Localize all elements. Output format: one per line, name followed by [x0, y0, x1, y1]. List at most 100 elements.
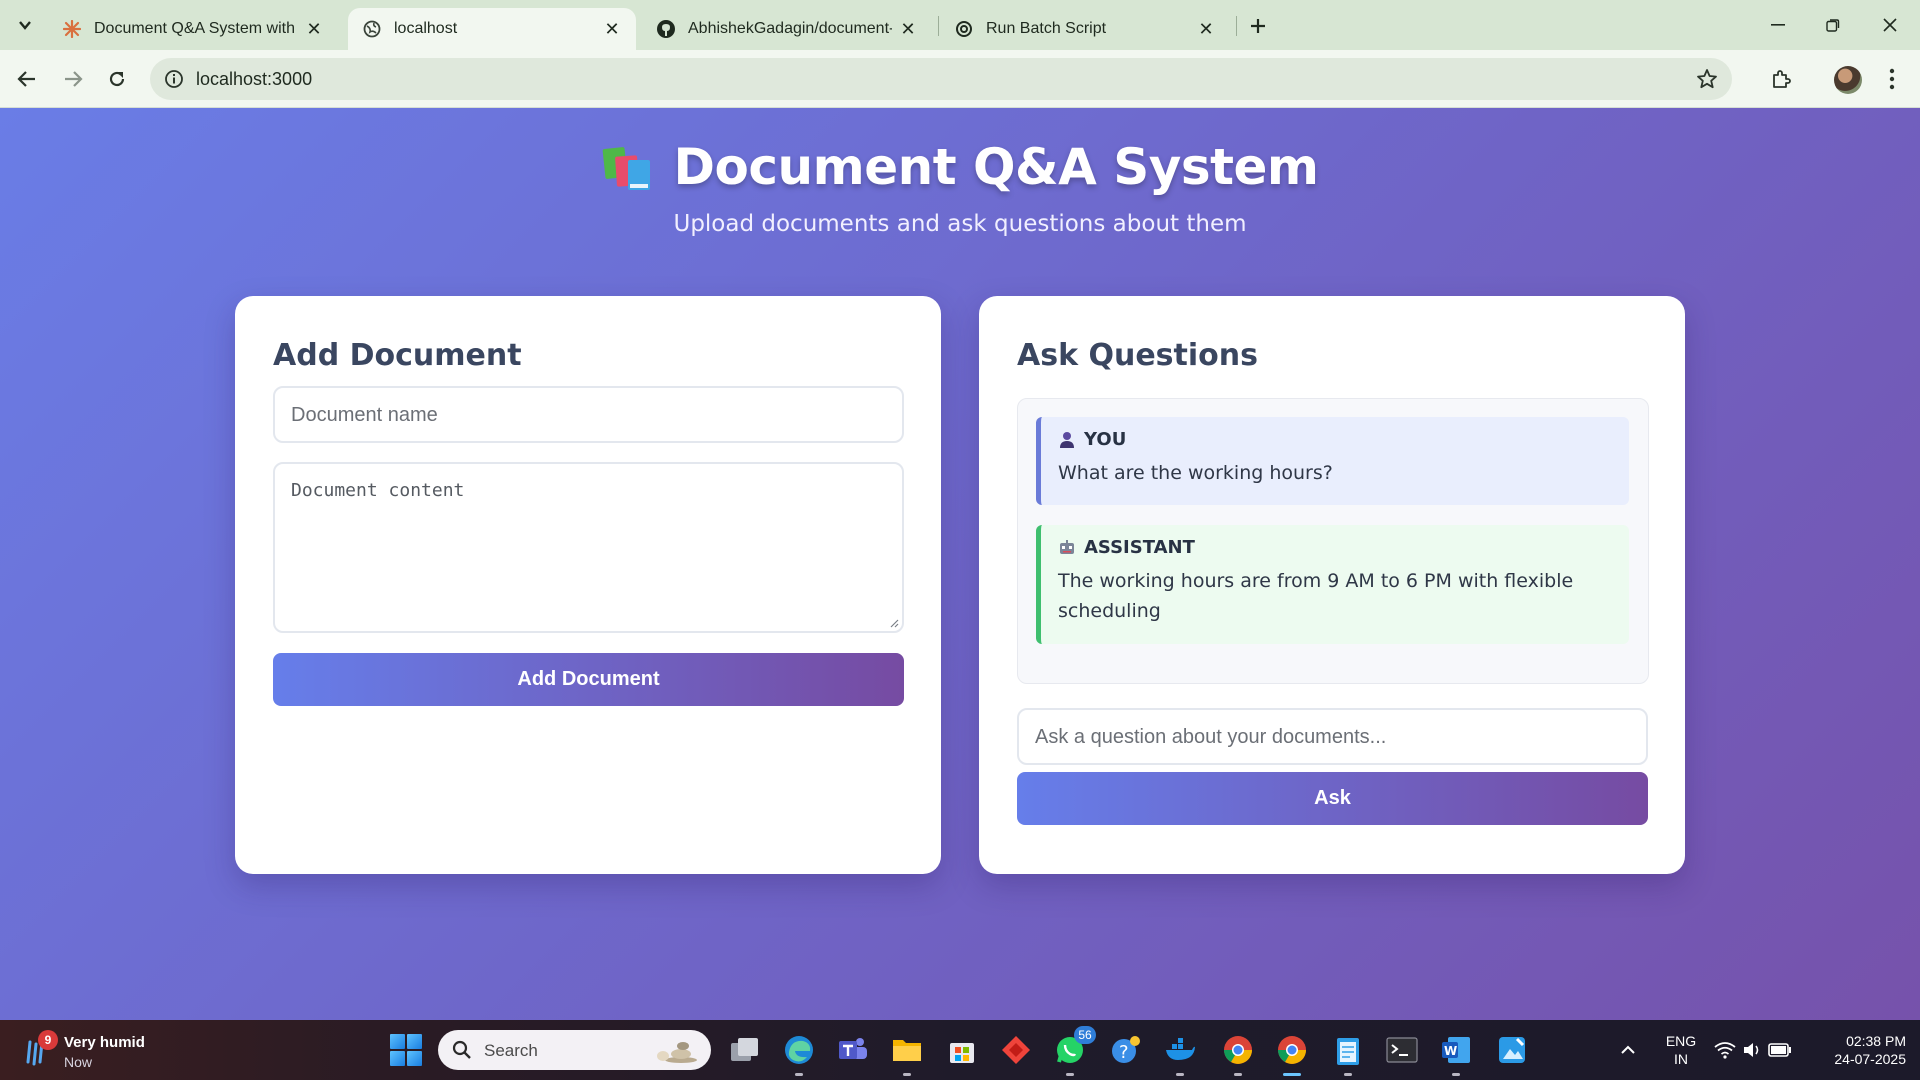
file-explorer-app[interactable] — [889, 1032, 925, 1076]
notepad-app[interactable] — [1330, 1032, 1366, 1076]
tab-title: Document Q&A System with Qo — [94, 20, 298, 37]
show-hidden-icons-button[interactable] — [1614, 1032, 1642, 1068]
running-indicator — [1283, 1073, 1301, 1076]
browser-toolbar: localhost:3000 — [0, 50, 1920, 108]
add-document-heading: Add Document — [273, 338, 522, 373]
close-icon[interactable]: ✕ — [898, 19, 918, 39]
minimize-icon — [1771, 24, 1785, 26]
running-indicator — [903, 1073, 911, 1076]
add-document-card: Add Document Document name Document cont… — [235, 296, 941, 874]
message-role: ASSISTANT — [1058, 537, 1611, 558]
tab-run-batch-script[interactable]: Run Batch Script ✕ — [940, 8, 1230, 50]
running-indicator — [795, 1073, 803, 1076]
address-bar[interactable]: localhost:3000 — [150, 58, 1732, 100]
robot-icon — [1058, 539, 1076, 557]
page-title: Document Q&A System — [602, 138, 1319, 196]
diamond-icon — [1002, 1036, 1030, 1064]
chrome-app[interactable] — [1220, 1032, 1256, 1076]
whatsapp-app[interactable]: 56 — [1052, 1026, 1096, 1076]
chat-message-user: YOU What are the working hours? — [1036, 417, 1629, 505]
photos-icon — [1499, 1037, 1525, 1063]
edge-app[interactable] — [781, 1032, 817, 1076]
tab-title: AbhishekGadagin/document-qa — [688, 20, 892, 37]
message-role-label: ASSISTANT — [1084, 537, 1195, 558]
windows-logo-pane — [390, 1051, 405, 1066]
site-info-icon[interactable] — [164, 69, 184, 89]
bookmark-star-icon[interactable] — [1696, 68, 1718, 90]
word-app[interactable]: W — [1438, 1032, 1474, 1076]
search-highlight-icon — [657, 1042, 697, 1063]
anydesk-app[interactable] — [998, 1032, 1034, 1068]
language-indicator[interactable]: ENG IN — [1660, 1032, 1702, 1068]
restore-button[interactable] — [1813, 10, 1853, 40]
region-code: IN — [1674, 1051, 1688, 1067]
message-role: YOU — [1058, 429, 1611, 450]
edge-icon — [785, 1036, 813, 1064]
tab-search-button[interactable] — [10, 10, 40, 40]
user-icon — [1058, 431, 1076, 449]
profile-avatar[interactable] — [1834, 66, 1862, 94]
running-indicator — [1176, 1073, 1184, 1076]
message-text: What are the working hours? — [1058, 462, 1333, 484]
close-icon[interactable]: ✕ — [602, 19, 622, 39]
docker-app[interactable] — [1162, 1032, 1198, 1076]
teams-app[interactable] — [835, 1032, 871, 1068]
reload-icon — [109, 71, 125, 87]
message-role-label: YOU — [1084, 429, 1127, 450]
github-icon — [656, 19, 676, 39]
ask-questions-heading: Ask Questions — [1017, 338, 1258, 373]
question-input[interactable]: Ask a question about your documents... — [1017, 708, 1648, 765]
close-icon[interactable]: ✕ — [304, 19, 324, 39]
document-content-textarea[interactable]: Document content — [273, 462, 904, 633]
start-button[interactable] — [390, 1034, 422, 1066]
terminal-app[interactable] — [1384, 1032, 1420, 1068]
reload-button[interactable] — [100, 62, 134, 96]
tab-separator — [1236, 16, 1237, 36]
close-icon[interactable]: ✕ — [1196, 19, 1216, 39]
store-icon — [950, 1043, 974, 1063]
document-name-placeholder: Document name — [291, 404, 438, 426]
tab-github[interactable]: AbhishekGadagin/document-qa ✕ — [642, 8, 932, 50]
openai-icon — [954, 19, 974, 39]
extensions-button[interactable] — [1766, 64, 1796, 94]
taskbar-search[interactable]: Search — [438, 1030, 711, 1070]
books-icon — [602, 142, 656, 192]
new-tab-button[interactable] — [1244, 12, 1272, 40]
store-app[interactable] — [944, 1032, 980, 1068]
chat-history[interactable]: YOU What are the working hours? ASSISTAN… — [1017, 398, 1649, 684]
plus-icon — [1251, 19, 1265, 33]
chrome-app-active[interactable] — [1274, 1032, 1310, 1076]
tab-title: Run Batch Script — [986, 20, 1107, 37]
tab-document-qa[interactable]: Document Q&A System with Qo ✕ — [48, 8, 338, 50]
arrow-right-icon — [65, 71, 83, 87]
paint-app[interactable] — [1494, 1032, 1530, 1068]
quick-settings[interactable] — [1712, 1032, 1794, 1068]
close-window-button[interactable] — [1870, 10, 1910, 40]
system-clock[interactable]: 02:38 PM 24-07-2025 — [1810, 1032, 1906, 1068]
document-content-placeholder: Document content — [291, 480, 465, 501]
unread-count-badge: 56 — [1074, 1026, 1096, 1044]
tab-localhost[interactable]: localhost ✕ — [348, 8, 636, 50]
ask-button[interactable]: Ask — [1017, 772, 1648, 825]
resize-handle-icon[interactable] — [889, 618, 899, 628]
question-placeholder: Ask a question about your documents... — [1035, 726, 1387, 748]
windows-logo-pane — [407, 1034, 422, 1049]
weather-title: Very humid — [64, 1034, 145, 1051]
running-indicator — [1344, 1073, 1352, 1076]
help-app[interactable]: ? — [1108, 1032, 1144, 1068]
chevron-down-icon — [19, 21, 31, 30]
docker-icon — [1166, 1038, 1195, 1060]
document-name-input[interactable]: Document name — [273, 386, 904, 443]
svg-text:W: W — [1444, 1044, 1457, 1058]
weather-widget[interactable]: 9 Very humid Now — [20, 1028, 150, 1072]
forward-button[interactable] — [56, 62, 90, 96]
minimize-button[interactable] — [1758, 10, 1798, 40]
tab-separator — [938, 16, 939, 36]
battery-icon — [1768, 1043, 1791, 1057]
add-document-button[interactable]: Add Document — [273, 653, 904, 706]
running-indicator — [1452, 1073, 1460, 1076]
task-view-app[interactable] — [727, 1032, 763, 1068]
windows-logo-pane — [407, 1051, 422, 1066]
menu-button[interactable] — [1877, 64, 1907, 94]
back-button[interactable] — [10, 62, 44, 96]
